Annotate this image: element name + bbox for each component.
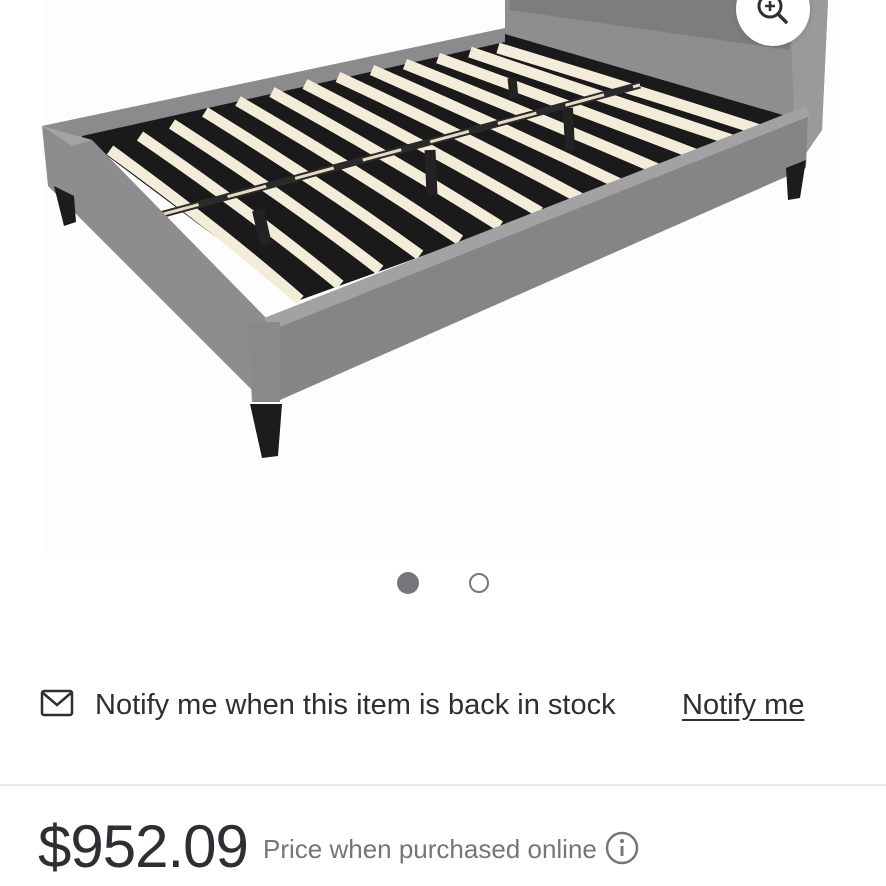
carousel-dot-1[interactable] (397, 572, 419, 594)
back-in-stock-notify-row: Notify me when this item is back in stoc… (40, 686, 840, 726)
bed-frame-illustration (42, 0, 834, 555)
product-image[interactable] (0, 0, 886, 560)
carousel-dot-2[interactable] (469, 573, 489, 593)
divider (0, 784, 886, 786)
notify-me-link[interactable]: Notify me (682, 689, 804, 722)
zoom-in-icon (757, 0, 788, 24)
price-note: Price when purchased online (263, 834, 597, 864)
mail-icon (40, 689, 74, 717)
product-price: $952.09 (38, 813, 249, 880)
carousel-pagination (0, 572, 886, 594)
info-icon[interactable] (604, 830, 640, 866)
notify-message: Notify me when this item is back in stoc… (95, 689, 616, 721)
